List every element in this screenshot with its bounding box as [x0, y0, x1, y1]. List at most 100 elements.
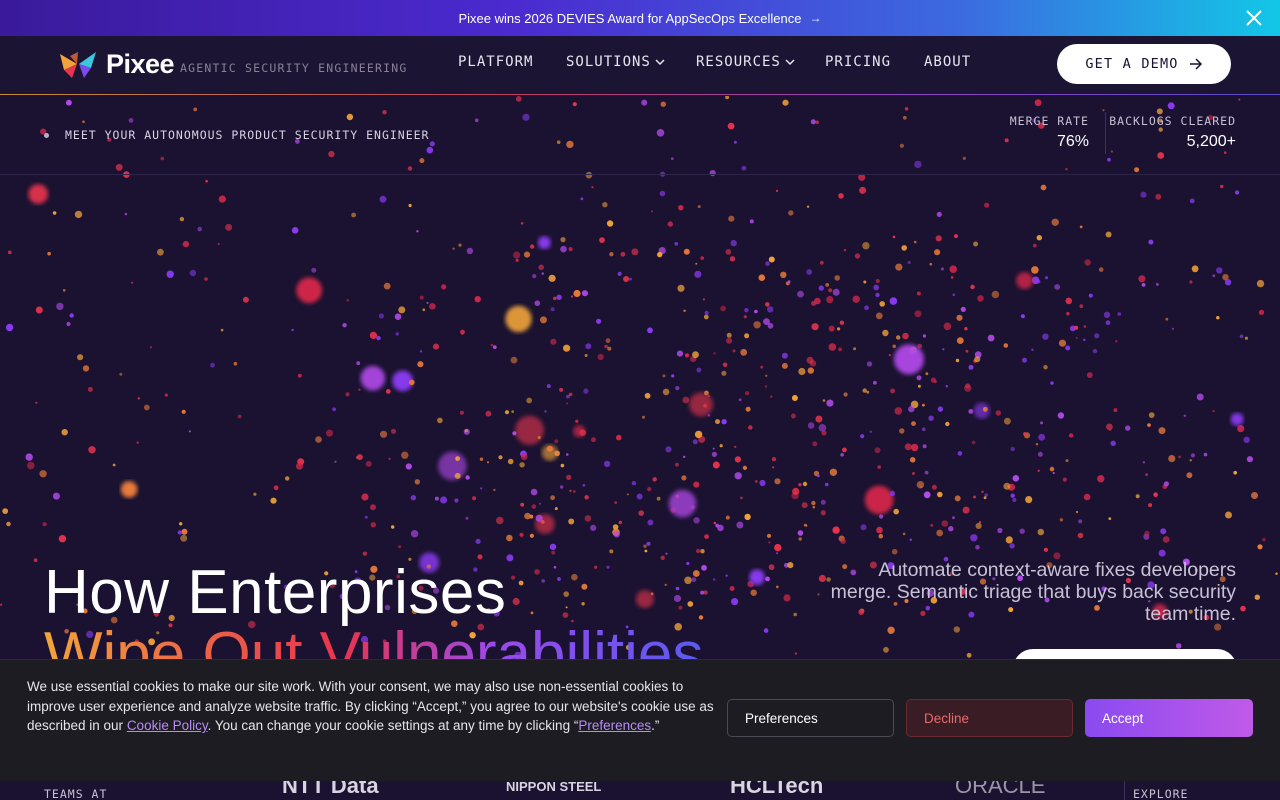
particle [218, 195, 226, 203]
particle [225, 223, 233, 231]
nav-item-solutions[interactable]: SOLUTIONS [566, 54, 665, 70]
particle [923, 491, 931, 499]
particle [28, 184, 49, 204]
particle [572, 490, 576, 493]
particle [837, 327, 841, 331]
particle [952, 293, 956, 296]
announcement-bar[interactable]: Pixee wins 2026 DEVIES Award for AppSecO… [0, 0, 1280, 36]
particle [882, 329, 889, 337]
particle [1004, 417, 1011, 425]
particle [1140, 191, 1147, 198]
particle [874, 447, 881, 454]
particle [916, 481, 925, 489]
accept-button[interactable]: Accept [1085, 699, 1253, 737]
particle [732, 349, 736, 353]
particle [819, 260, 824, 265]
particle [594, 565, 598, 569]
particle [1191, 265, 1199, 273]
particle [863, 280, 867, 284]
particle [137, 397, 140, 400]
particle [1233, 470, 1237, 475]
explore-link[interactable]: EXPLORE [1133, 787, 1188, 800]
particle [768, 256, 775, 263]
particle [802, 481, 808, 487]
particle [798, 537, 802, 541]
particle [631, 248, 639, 256]
particle [1148, 503, 1153, 508]
particle [700, 549, 705, 554]
particle [1042, 333, 1049, 340]
particle [273, 485, 279, 491]
particle [720, 305, 726, 312]
particle [1009, 543, 1015, 549]
particle [763, 318, 770, 325]
particle [1025, 496, 1033, 504]
particle [820, 510, 826, 516]
nav-item-pricing[interactable]: PRICING [825, 54, 891, 70]
particle [459, 410, 464, 415]
particle [530, 488, 538, 496]
particle [912, 472, 915, 475]
close-icon[interactable] [1242, 6, 1266, 30]
particle [960, 306, 966, 312]
particle [744, 308, 749, 313]
particle [1040, 421, 1044, 425]
particle [511, 410, 515, 413]
particle [493, 488, 496, 492]
preferences-button[interactable]: Preferences [727, 699, 894, 737]
particle [765, 576, 770, 582]
particle [1110, 440, 1116, 446]
stat-backlogs-cleared: BACKLOGS CLEARED 5,200+ [1109, 114, 1236, 151]
nav-item-platform[interactable]: PLATFORM [458, 54, 533, 70]
particle [585, 343, 592, 350]
particle [892, 235, 896, 239]
particle [695, 548, 701, 554]
particle [949, 265, 957, 273]
particle [378, 313, 384, 319]
particle [826, 399, 834, 407]
particle [1079, 304, 1084, 309]
nav-item-about[interactable]: ABOUT [924, 54, 971, 70]
particle [792, 487, 800, 495]
cookie-policy-link[interactable]: Cookie Policy [127, 718, 208, 733]
particle [356, 361, 361, 366]
particle [1163, 481, 1169, 487]
particle [772, 466, 775, 469]
announcement-text[interactable]: Pixee wins 2026 DEVIES Award for AppSecO… [458, 11, 801, 26]
particle [970, 534, 978, 542]
particle [734, 472, 742, 480]
particle [1051, 218, 1059, 226]
particle [370, 504, 376, 511]
particle [744, 513, 751, 521]
particle [1106, 423, 1113, 431]
particle [380, 430, 388, 438]
logo[interactable]: Pixee [58, 48, 175, 80]
decline-button[interactable]: Decline [906, 699, 1073, 737]
particle [916, 291, 921, 296]
particle [1190, 453, 1195, 458]
particle [812, 505, 816, 509]
particle [189, 269, 197, 277]
particle [1196, 393, 1204, 401]
nav-item-resources[interactable]: RESOURCES [696, 54, 795, 70]
particle [391, 525, 395, 529]
particle [731, 598, 739, 606]
particle [943, 322, 952, 331]
particle [1050, 381, 1054, 385]
preferences-link[interactable]: Preferences [578, 718, 651, 733]
particle [689, 392, 713, 417]
particle [725, 249, 732, 255]
particle [1256, 279, 1265, 288]
particle [656, 496, 661, 501]
particle [466, 247, 474, 255]
particle [540, 316, 547, 324]
particle [582, 484, 586, 487]
particle [591, 186, 594, 189]
particle [968, 409, 974, 414]
particle [917, 384, 921, 388]
get-demo-button[interactable]: GET A DEMO [1057, 44, 1231, 84]
particle [828, 325, 835, 332]
particle [1178, 455, 1181, 459]
particle [332, 407, 336, 412]
particle [1148, 239, 1154, 245]
